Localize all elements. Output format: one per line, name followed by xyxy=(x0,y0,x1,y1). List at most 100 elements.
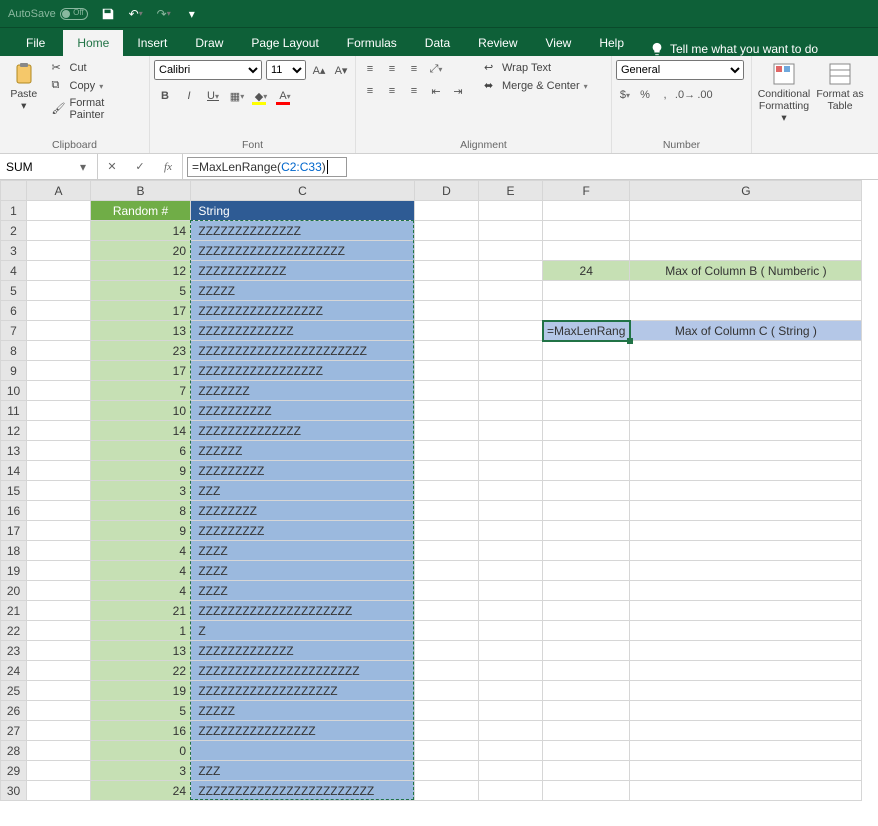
cell-A2[interactable] xyxy=(27,221,91,241)
cell-C3[interactable]: ZZZZZZZZZZZZZZZZZZZZ xyxy=(191,241,415,261)
cell-B7[interactable]: 13 xyxy=(91,321,191,341)
cell-B23[interactable]: 13 xyxy=(91,641,191,661)
tab-home[interactable]: Home xyxy=(63,30,123,56)
cell-F25[interactable] xyxy=(543,681,630,701)
cell-D1[interactable] xyxy=(415,201,479,221)
cell-B13[interactable]: 6 xyxy=(91,441,191,461)
cell-B17[interactable]: 9 xyxy=(91,521,191,541)
cell-B8[interactable]: 23 xyxy=(91,341,191,361)
cell-B14[interactable]: 9 xyxy=(91,461,191,481)
cell-E15[interactable] xyxy=(479,481,543,501)
cell-C4[interactable]: ZZZZZZZZZZZZ xyxy=(191,261,415,281)
cell-C30[interactable]: ZZZZZZZZZZZZZZZZZZZZZZZZ xyxy=(191,781,415,801)
row-header-8[interactable]: 8 xyxy=(1,341,27,361)
cell-A23[interactable] xyxy=(27,641,91,661)
cell-B22[interactable]: 1 xyxy=(91,621,191,641)
cell-F16[interactable] xyxy=(543,501,630,521)
fill-color-button[interactable]: ◆ xyxy=(250,86,272,106)
cell-C2[interactable]: ZZZZZZZZZZZZZZ xyxy=(191,221,415,241)
cell-C18[interactable]: ZZZZ xyxy=(191,541,415,561)
name-box[interactable]: ▾ xyxy=(0,154,98,179)
col-header-A[interactable]: A xyxy=(27,181,91,201)
col-header-C[interactable]: C xyxy=(191,181,415,201)
cell-C23[interactable]: ZZZZZZZZZZZZZ xyxy=(191,641,415,661)
cell-C16[interactable]: ZZZZZZZZ xyxy=(191,501,415,521)
redo-icon[interactable]: ↷ xyxy=(156,6,172,22)
cell-G24[interactable] xyxy=(630,661,862,681)
row-header-4[interactable]: 4 xyxy=(1,261,27,281)
cell-B28[interactable]: 0 xyxy=(91,741,191,761)
save-icon[interactable] xyxy=(100,6,116,22)
cell-C28[interactable] xyxy=(191,741,415,761)
cell-D7[interactable] xyxy=(415,321,479,341)
cell-C27[interactable]: ZZZZZZZZZZZZZZZZ xyxy=(191,721,415,741)
cell-D14[interactable] xyxy=(415,461,479,481)
cell-F24[interactable] xyxy=(543,661,630,681)
row-header-3[interactable]: 3 xyxy=(1,241,27,261)
cell-F11[interactable] xyxy=(543,401,630,421)
cell-C15[interactable]: ZZZ xyxy=(191,481,415,501)
col-header-D[interactable]: D xyxy=(415,181,479,201)
cell-F29[interactable] xyxy=(543,761,630,781)
tab-view[interactable]: View xyxy=(532,30,586,56)
tab-page-layout[interactable]: Page Layout xyxy=(237,30,332,56)
cell-A19[interactable] xyxy=(27,561,91,581)
row-header-2[interactable]: 2 xyxy=(1,221,27,241)
row-header-13[interactable]: 13 xyxy=(1,441,27,461)
cell-A21[interactable] xyxy=(27,601,91,621)
cell-G28[interactable] xyxy=(630,741,862,761)
cell-C21[interactable]: ZZZZZZZZZZZZZZZZZZZZZ xyxy=(191,601,415,621)
col-header-G[interactable]: G xyxy=(630,181,862,201)
align-left-icon[interactable]: ≡ xyxy=(360,82,380,100)
cell-F9[interactable] xyxy=(543,361,630,381)
cell-G8[interactable] xyxy=(630,341,862,361)
cell-A28[interactable] xyxy=(27,741,91,761)
cell-G19[interactable] xyxy=(630,561,862,581)
cell-A7[interactable] xyxy=(27,321,91,341)
underline-button[interactable]: U xyxy=(202,86,224,106)
align-top-icon[interactable]: ≡ xyxy=(360,60,380,78)
cell-A4[interactable] xyxy=(27,261,91,281)
cell-G25[interactable] xyxy=(630,681,862,701)
row-header-9[interactable]: 9 xyxy=(1,361,27,381)
cell-E28[interactable] xyxy=(479,741,543,761)
cell-E1[interactable] xyxy=(479,201,543,221)
cell-G15[interactable] xyxy=(630,481,862,501)
row-header-5[interactable]: 5 xyxy=(1,281,27,301)
cell-E25[interactable] xyxy=(479,681,543,701)
cell-A13[interactable] xyxy=(27,441,91,461)
cell-A29[interactable] xyxy=(27,761,91,781)
cell-A17[interactable] xyxy=(27,521,91,541)
cell-G23[interactable] xyxy=(630,641,862,661)
increase-font-icon[interactable]: A▴ xyxy=(310,61,328,79)
row-header-29[interactable]: 29 xyxy=(1,761,27,781)
row-header-17[interactable]: 17 xyxy=(1,521,27,541)
cell-E5[interactable] xyxy=(479,281,543,301)
cell-G9[interactable] xyxy=(630,361,862,381)
cell-C5[interactable]: ZZZZZ xyxy=(191,281,415,301)
cell-C13[interactable]: ZZZZZZ xyxy=(191,441,415,461)
cell-A3[interactable] xyxy=(27,241,91,261)
cell-F26[interactable] xyxy=(543,701,630,721)
cell-G16[interactable] xyxy=(630,501,862,521)
font-size-select[interactable]: 11 xyxy=(266,60,306,80)
cell-C25[interactable]: ZZZZZZZZZZZZZZZZZZZ xyxy=(191,681,415,701)
cell-E29[interactable] xyxy=(479,761,543,781)
cell-A26[interactable] xyxy=(27,701,91,721)
percent-format-icon[interactable]: % xyxy=(636,86,654,104)
cell-C9[interactable]: ZZZZZZZZZZZZZZZZZ xyxy=(191,361,415,381)
cell-D20[interactable] xyxy=(415,581,479,601)
cell-F8[interactable] xyxy=(543,341,630,361)
decrease-font-icon[interactable]: A▾ xyxy=(332,61,350,79)
select-all-corner[interactable] xyxy=(1,181,27,201)
row-header-1[interactable]: 1 xyxy=(1,201,27,221)
fill-handle[interactable] xyxy=(627,338,633,344)
cell-A20[interactable] xyxy=(27,581,91,601)
cell-C6[interactable]: ZZZZZZZZZZZZZZZZZ xyxy=(191,301,415,321)
cell-F13[interactable] xyxy=(543,441,630,461)
paste-button[interactable]: Paste▾ xyxy=(4,60,44,112)
cell-B21[interactable]: 21 xyxy=(91,601,191,621)
cell-D2[interactable] xyxy=(415,221,479,241)
cell-F10[interactable] xyxy=(543,381,630,401)
formula-input[interactable]: =MaxLenRange(C2:C33) xyxy=(187,157,347,177)
